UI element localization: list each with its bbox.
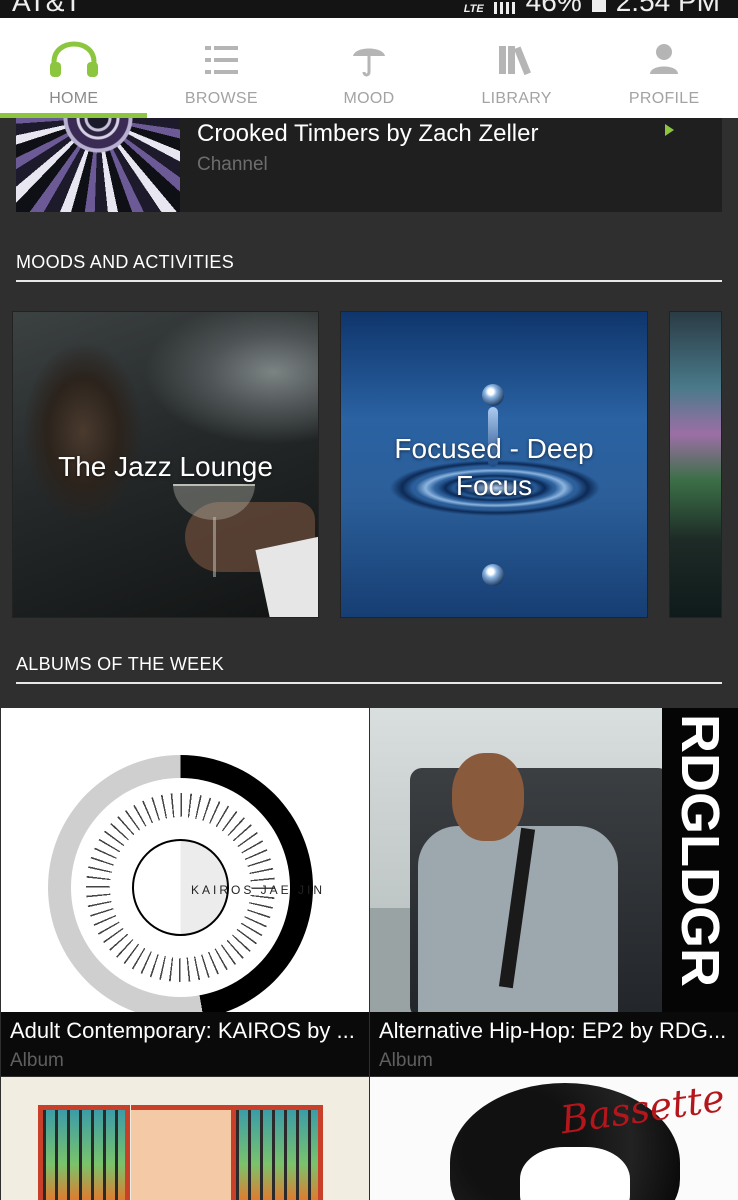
album-title: Alternative Hip-Hop: EP2 by RDG...: [379, 1018, 727, 1043]
tab-mood[interactable]: MOOD: [295, 18, 443, 118]
album-card-rdgldgr[interactable]: RDGLDGR Alternative Hip-Hop: EP2 by RDG.…: [370, 708, 738, 1076]
tab-library[interactable]: LIBRARY: [443, 18, 591, 118]
top-nav: HOME BROWSE MOOD LIBRARY PROFILE: [0, 18, 738, 118]
channel-artwork: [16, 118, 180, 212]
status-bar: AT&T LTE 46% 2:54 PM: [0, 0, 738, 18]
album-type: Album: [379, 1050, 433, 1071]
network-label: LTE: [463, 3, 484, 15]
tab-browse[interactable]: BROWSE: [148, 18, 296, 118]
album-art-band: RDGLDGR: [662, 708, 738, 1012]
channel-subtitle: Channel: [197, 154, 268, 175]
mood-card-partial[interactable]: [669, 311, 722, 618]
person-icon: [650, 44, 679, 74]
tab-profile-label: PROFILE: [628, 90, 700, 107]
mood-card-label: Focused - Deep Focus: [394, 433, 594, 501]
mood-card-label: The Jazz Lounge: [58, 451, 273, 482]
moods-heading: MOODS AND ACTIVITIES: [16, 252, 235, 272]
battery-label: 46%: [525, 0, 582, 17]
album-cover-text: RDGLDGR: [670, 714, 730, 987]
mood-card-jazz-lounge[interactable]: The Jazz Lounge: [12, 311, 319, 618]
list-icon: [205, 46, 239, 74]
tab-mood-label: MOOD: [343, 90, 395, 107]
channel-card[interactable]: Crooked Timbers by Zach Zeller Channel: [16, 118, 722, 212]
umbrella-icon: [352, 48, 385, 77]
channel-title: Crooked Timbers by Zach Zeller: [197, 120, 539, 147]
tab-library-label: LIBRARY: [481, 90, 552, 107]
headphones-icon: [49, 41, 98, 77]
album-art-window-right: [231, 1105, 323, 1200]
tab-home-label: HOME: [49, 90, 99, 107]
sleeve-image-detail: [255, 535, 318, 617]
album-art-face: [520, 1147, 630, 1200]
album-card-kairos[interactable]: KAIROS JAE JIN Adult Contemporary: KAIRO…: [1, 708, 369, 1076]
books-icon: [498, 46, 531, 76]
album-meta: Alternative Hip-Hop: EP2 by RDG... Album: [370, 1012, 738, 1076]
status-icons: LTE 46% 2:54 PM: [464, 0, 720, 18]
water-drop-image: [482, 384, 504, 406]
album-art-window-left: [38, 1105, 130, 1200]
carrier-label: AT&T: [12, 0, 82, 17]
album-type: Album: [10, 1050, 64, 1071]
battery-icon: [591, 0, 606, 12]
tab-browse-label: BROWSE: [184, 90, 258, 107]
tab-profile[interactable]: PROFILE: [590, 18, 738, 118]
clock: 2:54 PM: [615, 0, 720, 17]
album-art-head: [452, 753, 524, 841]
signal-icon: [493, 2, 516, 14]
mood-card-focused-deep-focus[interactable]: Focused - Deep Focus: [340, 311, 648, 618]
glass-stem-image: [213, 517, 216, 577]
album-meta: Adult Contemporary: KAIROS by ... Album: [1, 1012, 369, 1076]
album-card-3[interactable]: [1, 1077, 369, 1200]
album-title: Adult Contemporary: KAIROS by ...: [10, 1018, 355, 1043]
albums-heading: ALBUMS OF THE WEEK: [16, 654, 225, 674]
section-header-albums: ALBUMS OF THE WEEK: [16, 654, 722, 684]
section-header-moods: MOODS AND ACTIVITIES: [16, 252, 722, 282]
tab-home[interactable]: HOME: [0, 18, 148, 118]
play-icon[interactable]: [665, 124, 674, 136]
water-drop-reflection-image: [482, 564, 504, 586]
album-art-wall: [131, 1105, 231, 1200]
album-cover-text: KAIROS JAE JIN: [191, 883, 326, 897]
album-card-4[interactable]: Bassette: [370, 1077, 738, 1200]
